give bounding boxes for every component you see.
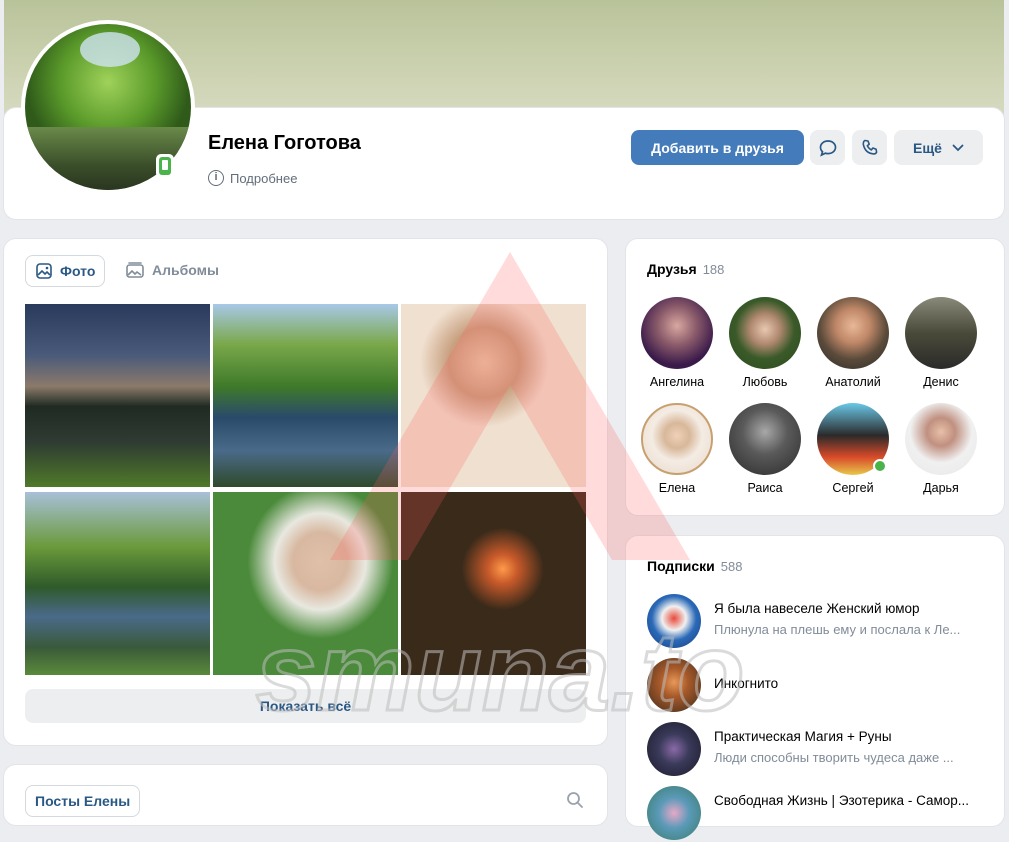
subscription-item[interactable]: Я была навеселе Женский юмор Плюнула на … [647, 594, 987, 650]
message-icon [819, 139, 836, 157]
subscription-desc: Люди способны творить чудеса даже ... [714, 750, 954, 765]
chevron-down-icon [952, 144, 964, 151]
tab-photos-label: Фото [60, 263, 96, 279]
more-button-label: Ещё [913, 139, 942, 156]
friend-item[interactable]: Денис [897, 297, 985, 389]
avatar [647, 786, 701, 840]
friend-item[interactable]: Анатолий [809, 297, 897, 389]
friend-name: Елена [658, 481, 696, 495]
more-info-label: Подробнее [230, 170, 298, 186]
friend-item[interactable]: Любовь [721, 297, 809, 389]
friend-name: Любовь [742, 375, 788, 389]
friend-name: Раиса [747, 481, 783, 495]
avatar [905, 297, 977, 369]
photo-thumbnail[interactable] [213, 304, 398, 487]
info-icon: i [208, 170, 224, 186]
more-button[interactable]: Ещё [894, 130, 983, 165]
friends-card: Друзья 188 Ангелина Любовь Анатолий Денис… [626, 239, 1004, 515]
subscriptions-count: 588 [720, 559, 743, 574]
friend-item[interactable]: Раиса [721, 403, 809, 495]
photo-thumbnail[interactable] [401, 304, 586, 487]
subscription-item[interactable]: Практическая Магия + Руны Люди способны … [647, 722, 987, 778]
avatar [641, 403, 713, 475]
subscriptions-card: Подписки 588 Я была навеселе Женский юмор… [626, 536, 1004, 840]
friend-item[interactable]: Ангелина [633, 297, 721, 389]
avatar [647, 722, 701, 776]
photos-card: Фото Альбомы Показать всё [4, 239, 607, 745]
friends-title-label: Друзья [647, 261, 697, 277]
albums-icon [126, 262, 144, 278]
subscriptions-title[interactable]: Подписки 588 [647, 558, 742, 574]
more-info-link[interactable]: i Подробнее [208, 170, 297, 186]
avatar [817, 297, 889, 369]
add-friend-button[interactable]: Добавить в друзья [631, 130, 804, 165]
show-all-photos-button[interactable]: Показать всё [25, 689, 586, 723]
avatar [647, 658, 701, 712]
friend-item[interactable]: Елена [633, 403, 721, 495]
online-indicator [873, 459, 887, 473]
avatar [647, 594, 701, 648]
phone-icon [861, 139, 877, 155]
subscription-item[interactable]: Инкогнито [647, 658, 987, 714]
photo-thumbnail[interactable] [25, 304, 210, 487]
friends-title[interactable]: Друзья 188 [647, 261, 724, 277]
tab-albums[interactable]: Альбомы [125, 255, 219, 285]
photo-thumbnail[interactable] [25, 492, 210, 675]
tab-albums-label: Альбомы [152, 262, 219, 278]
tab-photos[interactable]: Фото [25, 255, 106, 287]
subscription-title: Практическая Магия + Руны [714, 729, 892, 744]
friend-name: Дарья [923, 481, 959, 495]
photo-thumbnail[interactable] [213, 492, 398, 675]
posts-card: Посты Елены [4, 765, 607, 825]
photo-thumbnail[interactable] [401, 492, 586, 675]
subscription-desc: Плюнула на плешь ему и послала к Ле... [714, 622, 961, 637]
subscription-title: Я была навеселе Женский юмор [714, 601, 920, 616]
subscription-title: Инкогнито [714, 676, 779, 691]
photo-icon [36, 263, 52, 279]
subscriptions-title-label: Подписки [647, 558, 715, 574]
avatar [729, 297, 801, 369]
search-icon[interactable] [566, 791, 584, 809]
subscription-title: Свободная Жизнь | Эзотерика - Самор... [714, 793, 970, 808]
avatar [817, 403, 889, 475]
call-button[interactable] [852, 130, 887, 165]
mobile-online-icon [156, 154, 174, 178]
message-button[interactable] [810, 130, 845, 165]
avatar [641, 297, 713, 369]
tab-posts[interactable]: Посты Елены [25, 785, 141, 817]
friend-name: Анатолий [825, 375, 881, 389]
friend-name: Ангелина [649, 375, 705, 389]
friends-count: 188 [702, 262, 725, 277]
friend-item[interactable]: Сергей [809, 403, 897, 495]
subscription-item[interactable]: Свободная Жизнь | Эзотерика - Самор... [647, 786, 987, 842]
profile-name: Елена Гоготова [208, 132, 361, 154]
avatar [729, 403, 801, 475]
friend-name: Денис [923, 375, 959, 389]
friend-name: Сергей [832, 481, 874, 495]
avatar [905, 403, 977, 475]
friend-item[interactable]: Дарья [897, 403, 985, 495]
